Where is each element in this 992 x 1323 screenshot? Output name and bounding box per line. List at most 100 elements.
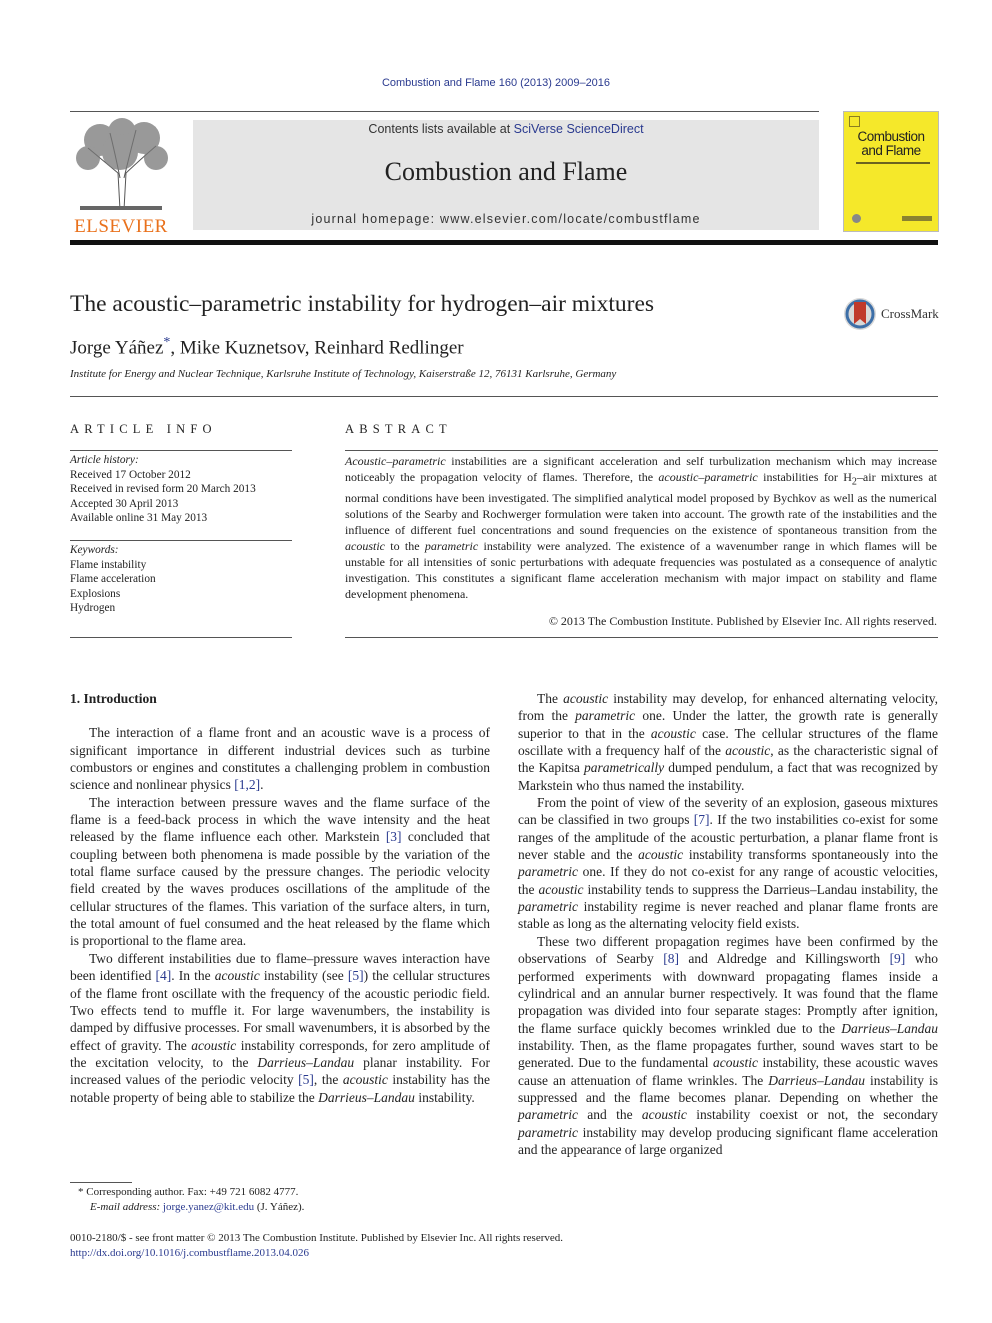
cover-publisher-bar (902, 216, 932, 221)
article-title: The acoustic–parametric instability for … (70, 291, 655, 317)
italic-term: Darrieus–Landau (257, 1054, 355, 1070)
text-run: . (260, 777, 264, 793)
reference-link[interactable]: [9] (890, 951, 906, 966)
footnote-email-line: E-mail address: jorge.yanez@kit.edu (J. … (78, 1200, 498, 1215)
reference-link[interactable]: [8] (663, 951, 679, 966)
text-run: concluded that coupling between both phe… (70, 829, 490, 949)
italic-term: parametric (518, 1124, 578, 1140)
crossmark-badge[interactable]: CrossMark (843, 297, 939, 331)
italic-term: acoustic (641, 1107, 687, 1123)
paragraph: From the point of view of the severity o… (518, 794, 938, 933)
abstract-rule (345, 450, 938, 451)
keywords-rule (70, 540, 292, 541)
author-name[interactable]: Mike Kuznetsov (180, 337, 305, 358)
text-run: instability regime is never reached and … (518, 899, 938, 932)
crossmark-icon (844, 298, 876, 330)
cover-emblem-icon (849, 116, 860, 127)
issn-line: 0010-2180/$ - see front matter © 2013 Th… (70, 1232, 563, 1244)
body-left-column: 1. Introduction The interaction of a fla… (70, 690, 490, 1106)
keyword-item: Explosions (70, 587, 121, 600)
keyword-item: Hydrogen (70, 602, 116, 615)
text-run: instability transforms spontaneously int… (683, 847, 938, 863)
reference-link[interactable]: [4] (155, 968, 171, 983)
italic-term: Darrieus–Landau (841, 1020, 938, 1036)
sciencedirect-link[interactable]: SciVerse ScienceDirect (514, 122, 644, 136)
journal-citation[interactable]: Combustion and Flame 160 (2013) 2009–201… (0, 77, 992, 89)
masthead-thick-rule (70, 240, 938, 245)
cover-title: Combustion and Flame (844, 130, 938, 158)
text-run: instability. (414, 1089, 475, 1105)
abstract-text: Acoustic–parametric instabilities are a … (345, 453, 937, 602)
footnote-marker: * (78, 1186, 84, 1198)
text-run: and Aldredge and Killingsworth (678, 951, 890, 967)
body-right-column: The acoustic instability may develop, fo… (518, 690, 938, 1158)
history-label: Article history: (70, 454, 139, 466)
journal-cover-thumbnail[interactable]: Combustion and Flame (843, 111, 939, 232)
cover-title-line2: and Flame (861, 143, 921, 158)
text-run: The (537, 691, 564, 706)
text-run: instability (see (259, 968, 348, 984)
abstract-bottom-rule (345, 637, 938, 638)
reference-link[interactable]: [7] (694, 812, 710, 827)
right-paragraphs: The acoustic instability may develop, fo… (518, 690, 938, 1158)
crossmark-label: CrossMark (881, 306, 939, 321)
italic-term: acoustic (638, 847, 684, 863)
italic-term: acoustic (214, 968, 260, 984)
footnote-corresponding-text: Corresponding author. Fax: +49 721 6082 … (86, 1186, 299, 1198)
elsevier-logo[interactable]: ELSEVIER (70, 118, 172, 237)
doi-link[interactable]: http://dx.doi.org/10.1016/j.combustflame… (70, 1246, 563, 1261)
reference-link[interactable]: [3] (386, 829, 402, 844)
paragraph: The acoustic instability may develop, fo… (518, 690, 938, 794)
text-run: to the (385, 539, 425, 554)
author-name[interactable]: Jorge Yáñez (70, 337, 163, 358)
history-revised: Received in revised form 20 March 2013 (70, 483, 256, 496)
text-run: instability may develop producing signif… (518, 1124, 938, 1157)
homepage-link[interactable]: www.elsevier.com/locate/combustflame (440, 212, 701, 226)
front-matter: 0010-2180/$ - see front matter © 2013 Th… (70, 1231, 563, 1261)
cover-subtitle-bar (856, 162, 930, 164)
text-run: instability tends to suppress the Darrie… (583, 881, 938, 897)
history-received: Received 17 October 2012 (70, 468, 191, 481)
homepage-prefix: journal homepage: (311, 212, 440, 226)
italic-term: Acoustic–parametric (345, 454, 446, 468)
italic-term: parametric (518, 899, 578, 915)
italic-term: acoustic–parametric (658, 470, 758, 484)
italic-term: acoustic (563, 691, 609, 706)
article-info-bottom-rule (70, 637, 292, 638)
italic-term: parametric (575, 708, 636, 724)
keywords-label: Keywords: (70, 544, 119, 556)
history-accepted: Accepted 30 April 2013 (70, 497, 179, 510)
abstract-copyright: © 2013 The Combustion Institute. Publish… (548, 614, 937, 628)
text-run: and the (578, 1107, 642, 1123)
reference-link[interactable]: [5] (348, 968, 364, 983)
italic-term: parametrically (583, 760, 665, 776)
author-list: Jorge Yáñez*, Mike Kuznetsov, Reinhard R… (70, 335, 464, 359)
footnote-rule (70, 1182, 132, 1183)
author-separator: , (170, 337, 180, 359)
cover-seal-icon (852, 214, 861, 223)
italic-term: acoustic (725, 743, 771, 759)
italic-term: parametric (518, 864, 578, 880)
journal-homepage: journal homepage: www.elsevier.com/locat… (193, 212, 819, 226)
author-name[interactable]: Reinhard Redlinger (314, 337, 463, 358)
author-affiliation: Institute for Energy and Nuclear Techniq… (70, 368, 617, 380)
section-heading-introduction: 1. Introduction (70, 691, 157, 706)
italic-term: acoustic (650, 725, 696, 741)
reference-link[interactable]: [5] (298, 1072, 314, 1087)
author-separator: , (304, 337, 315, 359)
email-link[interactable]: jorge.yanez@kit.edu (163, 1201, 254, 1213)
paragraph: The interaction between pressure waves a… (70, 794, 490, 950)
abstract-heading: ABSTRACT (345, 422, 452, 436)
journal-title: Combustion and Flame (384, 157, 628, 186)
text-run: instability coexist or not, the secondar… (686, 1107, 938, 1123)
text-run: The interaction of a flame front and an … (70, 725, 490, 793)
article-info-heading: ARTICLE INFO (70, 422, 217, 436)
journal-masthead: Contents lists available at SciVerse Sci… (193, 120, 819, 230)
italic-term: parametric (424, 539, 479, 554)
reference-link[interactable]: [1,2] (234, 777, 260, 792)
paragraph: Two different instabilities due to flame… (70, 950, 490, 1106)
paragraph: The interaction of a flame front and an … (70, 724, 490, 793)
italic-term: Darrieus–Landau (768, 1072, 865, 1088)
contents-prefix: Contents lists available at (368, 122, 514, 136)
paragraph: These two different propagation regimes … (518, 933, 938, 1158)
